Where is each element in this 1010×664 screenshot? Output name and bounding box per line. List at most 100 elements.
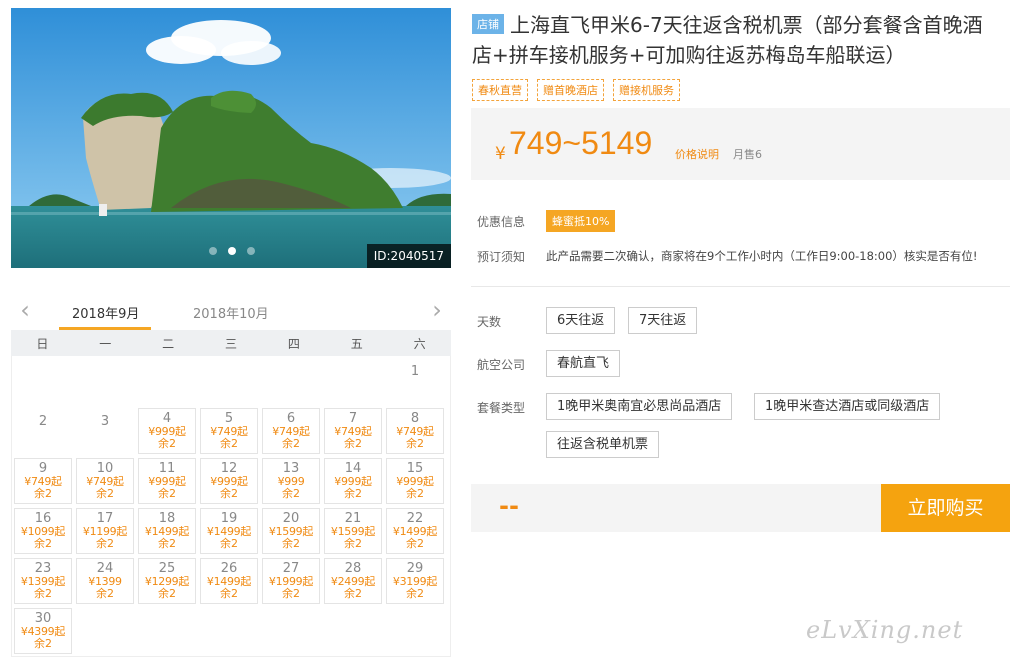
calendar-day-available[interactable]: 13 ¥999 余2	[262, 458, 320, 504]
option-airline[interactable]: 春航直飞	[546, 350, 621, 377]
day-number: 27	[282, 561, 300, 576]
weekday-label: 二	[162, 336, 175, 351]
shop-badge[interactable]: 店铺	[472, 14, 504, 34]
day-number: 17	[96, 511, 114, 526]
day-number: 29	[406, 561, 424, 576]
option-package-ibis[interactable]: 1晚甲米奥南宜必思尚品酒店	[546, 393, 733, 420]
day-seats-left: 余2	[158, 487, 176, 500]
calendar-day-empty	[136, 356, 198, 406]
weekday-label: 四	[287, 336, 300, 351]
active-month-underline	[59, 327, 151, 330]
calendar-day-available[interactable]: 26 ¥1499起 余2	[200, 558, 258, 604]
day-seats-left: 余2	[344, 437, 362, 450]
calendar-day: 1	[384, 356, 446, 406]
day-number: 20	[282, 511, 300, 526]
day-number: 5	[224, 411, 234, 426]
day-seats-left: 余2	[344, 587, 362, 600]
calendar-day-available[interactable]: 8 ¥749起 余2	[386, 408, 444, 454]
calendar-day-available[interactable]: 16 ¥1099起 余2	[14, 508, 72, 554]
day-seats-left: 余2	[344, 537, 362, 550]
day-seats-left: 余2	[220, 537, 238, 550]
calendar-day-empty	[260, 356, 322, 406]
watermark-text: eLvXing.net	[806, 616, 964, 644]
section-divider	[471, 286, 1010, 287]
tab-month-sep[interactable]: 2018年9月	[72, 303, 139, 322]
calendar-day-available[interactable]: 7 ¥749起 余2	[324, 408, 382, 454]
weekday-label: 日	[36, 336, 49, 351]
calendar-day-available[interactable]: 18 ¥1499起 余2	[138, 508, 196, 554]
calendar-day-available[interactable]: 29 ¥3199起 余2	[386, 558, 444, 604]
calendar-day-available[interactable]: 10 ¥749起 余2	[76, 458, 134, 504]
calendar-day-available[interactable]: 11 ¥999起 余2	[138, 458, 196, 504]
calendar-day: 2	[12, 406, 74, 456]
calendar-day-available[interactable]: 30 ¥4399起 余2	[14, 608, 72, 654]
option-7-days[interactable]: 7天往返	[628, 307, 698, 334]
day-number: 22	[406, 511, 424, 526]
day-number	[74, 360, 136, 374]
calendar-day-available[interactable]: 20 ¥1599起 余2	[262, 508, 320, 554]
calendar-day-available[interactable]: 6 ¥749起 余2	[262, 408, 320, 454]
day-seats-left: 余2	[220, 587, 238, 600]
day-seats-left: 余2	[34, 537, 52, 550]
calendar-day-empty	[198, 356, 260, 406]
days-label: 天数	[477, 315, 502, 329]
calendar-day-available[interactable]: 15 ¥999起 余2	[386, 458, 444, 504]
price-box: ¥ 749~5149 价格说明 月售6	[471, 108, 1010, 180]
calendar-day-available[interactable]: 23 ¥1399起 余2	[14, 558, 72, 604]
chevron-right-icon[interactable]: ›	[427, 298, 447, 322]
price-explain-link[interactable]: 价格说明	[675, 146, 719, 162]
calendar-day-available[interactable]: 28 ¥2499起 余2	[324, 558, 382, 604]
option-package-ticket-only[interactable]: 往返含税单机票	[546, 431, 660, 458]
carousel-dot[interactable]	[247, 247, 255, 255]
buy-now-button[interactable]: 立即购买	[881, 484, 1010, 532]
day-number: 1	[410, 364, 420, 379]
calendar-day-available[interactable]: 22 ¥1499起 余2	[386, 508, 444, 554]
calendar-day-available[interactable]: 4 ¥999起 余2	[138, 408, 196, 454]
calendar-day-available[interactable]: 9 ¥749起 余2	[14, 458, 72, 504]
weekday-label: 五	[350, 336, 363, 351]
day-number: 19	[220, 511, 238, 526]
product-title: 上海直飞甲米6-7天往返含税机票（部分套餐含首晚酒店+拼车接机服务+可加购往返苏…	[472, 13, 983, 67]
notice-label: 预订须知	[477, 250, 526, 264]
monthly-sales: 月售6	[733, 148, 762, 161]
day-number: 3	[100, 414, 110, 429]
day-number: 16	[34, 511, 52, 526]
calendar-day-available[interactable]: 27 ¥1999起 余2	[262, 558, 320, 604]
day-number	[260, 360, 322, 374]
calendar-day-available[interactable]: 25 ¥1299起 余2	[138, 558, 196, 604]
tab-month-oct[interactable]: 2018年10月	[193, 303, 269, 322]
photo-id-label: ID:2040517	[366, 244, 451, 268]
option-6-days[interactable]: 6天往返	[546, 307, 616, 334]
day-number: 12	[220, 461, 238, 476]
day-number: 7	[348, 411, 358, 426]
option-package-chada[interactable]: 1晚甲米查达酒店或同级酒店	[754, 393, 941, 420]
day-seats-left: 余2	[282, 437, 300, 450]
day-seats-left: 余2	[406, 437, 424, 450]
day-seats-left: 余2	[344, 487, 362, 500]
product-title-block: 店铺 上海直飞甲米6-7天往返含税机票（部分套餐含首晚酒店+拼车接机服务+可加购往…	[472, 10, 1002, 70]
product-tag: 赠接机服务	[613, 79, 680, 101]
carousel-dot-active[interactable]	[228, 247, 236, 255]
calendar-day-available[interactable]: 14 ¥999起 余2	[324, 458, 382, 504]
day-seats-left: 余2	[406, 587, 424, 600]
product-photo[interactable]: ID:2040517	[11, 8, 451, 268]
carousel-dot[interactable]	[209, 247, 217, 255]
calendar-day-available[interactable]: 5 ¥749起 余2	[200, 408, 258, 454]
day-number: 23	[34, 561, 52, 576]
calendar-day-available[interactable]: 24 ¥1399 余2	[76, 558, 134, 604]
chevron-left-icon[interactable]: ‹	[15, 298, 35, 322]
day-number: 2	[38, 414, 48, 429]
day-seats-left: 余2	[406, 537, 424, 550]
weekday-label: 六	[413, 336, 426, 351]
calendar-day-available[interactable]: 21 ¥1599起 余2	[324, 508, 382, 554]
day-seats-left: 余2	[282, 587, 300, 600]
day-number: 18	[158, 511, 176, 526]
day-number: 24	[96, 561, 114, 576]
day-seats-left: 余2	[158, 587, 176, 600]
calendar-day-available[interactable]: 12 ¥999起 余2	[200, 458, 258, 504]
date-calendar: ‹ 2018年9月 2018年10月 › 日 一 二 三 四 五 六 1 2 3 4 ¥…	[11, 298, 451, 657]
calendar-day-empty	[12, 356, 74, 406]
calendar-day-available[interactable]: 19 ¥1499起 余2	[200, 508, 258, 554]
day-seats-left: 余2	[406, 487, 424, 500]
calendar-day-available[interactable]: 17 ¥1199起 余2	[76, 508, 134, 554]
